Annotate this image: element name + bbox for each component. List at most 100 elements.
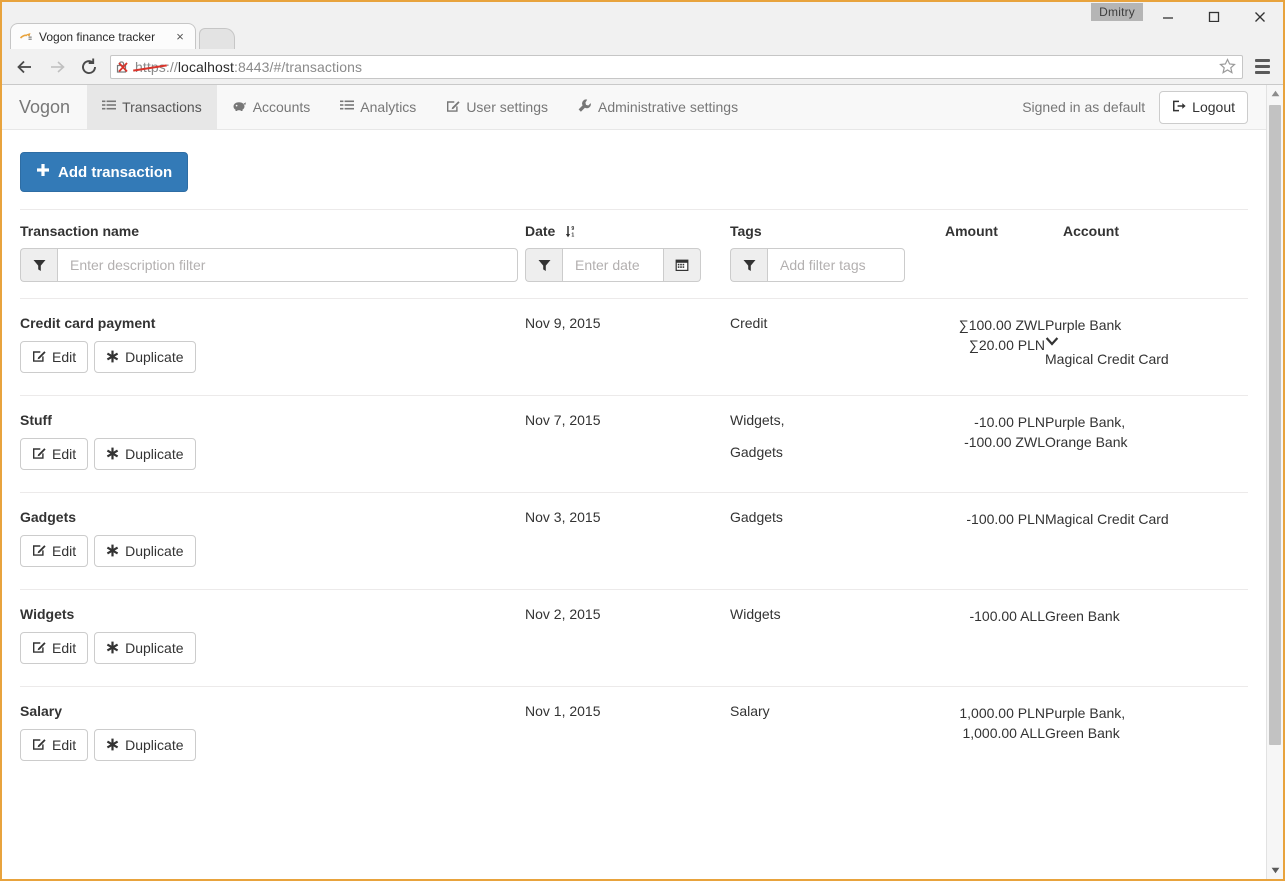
insecure-lock-icon[interactable] bbox=[115, 59, 133, 75]
account-label: Magical Credit Card bbox=[1045, 349, 1248, 369]
date-filter-input[interactable] bbox=[562, 248, 664, 282]
table-row: GadgetsEditDuplicateNov 3, 2015Gadgets-1… bbox=[20, 493, 1248, 590]
funnel-icon[interactable] bbox=[730, 248, 767, 282]
transaction-name-label: Gadgets bbox=[20, 509, 525, 525]
duplicate-button[interactable]: Duplicate bbox=[94, 438, 195, 470]
logout-icon bbox=[1172, 99, 1186, 116]
logout-button[interactable]: Logout bbox=[1159, 91, 1248, 124]
nav-item-user-settings[interactable]: User settings bbox=[431, 85, 563, 129]
table-header-row: Transaction name Date 9 1 bbox=[20, 210, 1248, 241]
amount-value: -100.00 PLN bbox=[945, 509, 1045, 529]
url-path: :8443/#/transactions bbox=[234, 59, 362, 75]
duplicate-label: Duplicate bbox=[125, 447, 183, 461]
edit-button[interactable]: Edit bbox=[20, 729, 88, 761]
piggy-bank-icon bbox=[232, 99, 247, 116]
header-tags[interactable]: Tags bbox=[730, 210, 945, 241]
nav-item-label: User settings bbox=[466, 99, 548, 115]
scrollbar-thumb[interactable] bbox=[1269, 105, 1281, 745]
edit-button[interactable]: Edit bbox=[20, 341, 88, 373]
tag-label: Widgets bbox=[730, 606, 945, 622]
transactions-table: Transaction name Date 9 1 bbox=[20, 210, 1248, 783]
account-label: Green Bank bbox=[1045, 723, 1248, 743]
transaction-name-label: Stuff bbox=[20, 412, 525, 428]
tab-close-icon[interactable]: × bbox=[173, 30, 187, 43]
date-filter-group bbox=[525, 248, 701, 282]
edit-label: Edit bbox=[52, 738, 76, 752]
cell-date: Nov 2, 2015 bbox=[525, 590, 730, 687]
table-row: SalaryEditDuplicateNov 1, 2015Salary1,00… bbox=[20, 687, 1248, 784]
edit-square-icon bbox=[32, 446, 46, 462]
edit-label: Edit bbox=[52, 641, 76, 655]
svg-text:9: 9 bbox=[572, 226, 575, 232]
account-label: Purple Bank bbox=[1045, 315, 1248, 335]
header-date[interactable]: Date 9 1 bbox=[525, 210, 730, 241]
new-tab-button[interactable] bbox=[199, 28, 235, 49]
add-transaction-button[interactable]: Add transaction bbox=[20, 152, 188, 192]
list-icon bbox=[102, 99, 116, 116]
scroll-up-icon[interactable] bbox=[1267, 85, 1283, 102]
page-scrollbar[interactable] bbox=[1266, 85, 1283, 879]
funnel-icon[interactable] bbox=[525, 248, 562, 282]
nav-item-accounts[interactable]: Accounts bbox=[217, 85, 326, 129]
tag-label: Gadgets bbox=[730, 444, 945, 460]
back-icon[interactable] bbox=[10, 52, 40, 82]
chevron-down-icon bbox=[1045, 335, 1248, 349]
table-row: StuffEditDuplicateNov 7, 2015Widgets,Gad… bbox=[20, 396, 1248, 493]
logout-label: Logout bbox=[1192, 99, 1235, 115]
nav-item-transactions[interactable]: Transactions bbox=[87, 85, 217, 129]
cell-transaction-name: WidgetsEditDuplicate bbox=[20, 590, 525, 687]
scroll-down-icon[interactable] bbox=[1267, 862, 1283, 879]
edit-button[interactable]: Edit bbox=[20, 535, 88, 567]
nav-item-analytics[interactable]: Analytics bbox=[325, 85, 431, 129]
wrench-icon bbox=[578, 99, 592, 116]
cell-transaction-name: Credit card paymentEditDuplicate bbox=[20, 299, 525, 396]
app-brand[interactable]: Vogon bbox=[2, 85, 87, 129]
app-navbar: Vogon Transactions bbox=[2, 85, 1266, 130]
account-label: Purple Bank, bbox=[1045, 703, 1248, 723]
account-label: Magical Credit Card bbox=[1045, 509, 1248, 529]
duplicate-button[interactable]: Duplicate bbox=[94, 729, 195, 761]
funnel-icon[interactable] bbox=[20, 248, 57, 282]
tags-filter-group bbox=[730, 248, 905, 282]
edit-button[interactable]: Edit bbox=[20, 438, 88, 470]
name-filter-input[interactable] bbox=[57, 248, 518, 282]
header-transaction-name[interactable]: Transaction name bbox=[20, 210, 525, 241]
asterisk-icon bbox=[106, 447, 119, 462]
amount-value: ∑100.00 ZWL bbox=[945, 315, 1045, 335]
edit-label: Edit bbox=[52, 447, 76, 461]
row-actions: Edit Duplicate bbox=[20, 729, 525, 761]
asterisk-icon bbox=[106, 544, 119, 559]
calendar-icon[interactable] bbox=[664, 248, 701, 282]
cell-transaction-name: Stuff Edit Duplicate bbox=[20, 396, 525, 493]
tab-title: Vogon finance tracker bbox=[39, 30, 167, 44]
forward-icon bbox=[42, 52, 72, 82]
tab-strip: Vogon finance tracker × bbox=[2, 22, 1283, 49]
header-amount[interactable]: Amount bbox=[945, 210, 1045, 241]
filter-cell-tags bbox=[730, 241, 945, 299]
app-nav-links: Transactions Accounts bbox=[87, 85, 753, 129]
star-icon[interactable] bbox=[1216, 58, 1238, 75]
header-account[interactable]: Account bbox=[1045, 210, 1248, 241]
hamburger-menu-icon[interactable] bbox=[1249, 52, 1275, 82]
nav-item-administrative-settings[interactable]: Administrative settings bbox=[563, 85, 753, 129]
filter-cell-amount bbox=[945, 241, 1045, 299]
cell-date: Nov 7, 2015 bbox=[525, 396, 730, 493]
address-bar[interactable]: https://localhost:8443/#/transactions bbox=[110, 55, 1243, 79]
duplicate-button[interactable]: Duplicate bbox=[94, 341, 195, 373]
row-actions: EditDuplicate bbox=[20, 341, 525, 373]
reload-icon[interactable] bbox=[74, 52, 104, 82]
account-label: Green Bank bbox=[1045, 606, 1248, 626]
tags-filter-input[interactable] bbox=[767, 248, 905, 282]
duplicate-button[interactable]: Duplicate bbox=[94, 535, 195, 567]
web-page: Vogon Transactions bbox=[2, 85, 1266, 879]
browser-tab[interactable]: Vogon finance tracker × bbox=[10, 23, 196, 49]
edit-button[interactable]: Edit bbox=[20, 632, 88, 664]
list-icon bbox=[340, 99, 354, 116]
add-transaction-label: Add transaction bbox=[58, 164, 172, 181]
user-profile-badge[interactable]: Dmitry bbox=[1091, 3, 1143, 21]
edit-square-icon bbox=[32, 543, 46, 559]
duplicate-button[interactable]: Duplicate bbox=[94, 632, 195, 664]
tag-label: Salary bbox=[730, 703, 945, 719]
url-separator: :// bbox=[166, 59, 178, 75]
sort-amount-desc-icon[interactable]: 9 1 bbox=[565, 225, 578, 241]
